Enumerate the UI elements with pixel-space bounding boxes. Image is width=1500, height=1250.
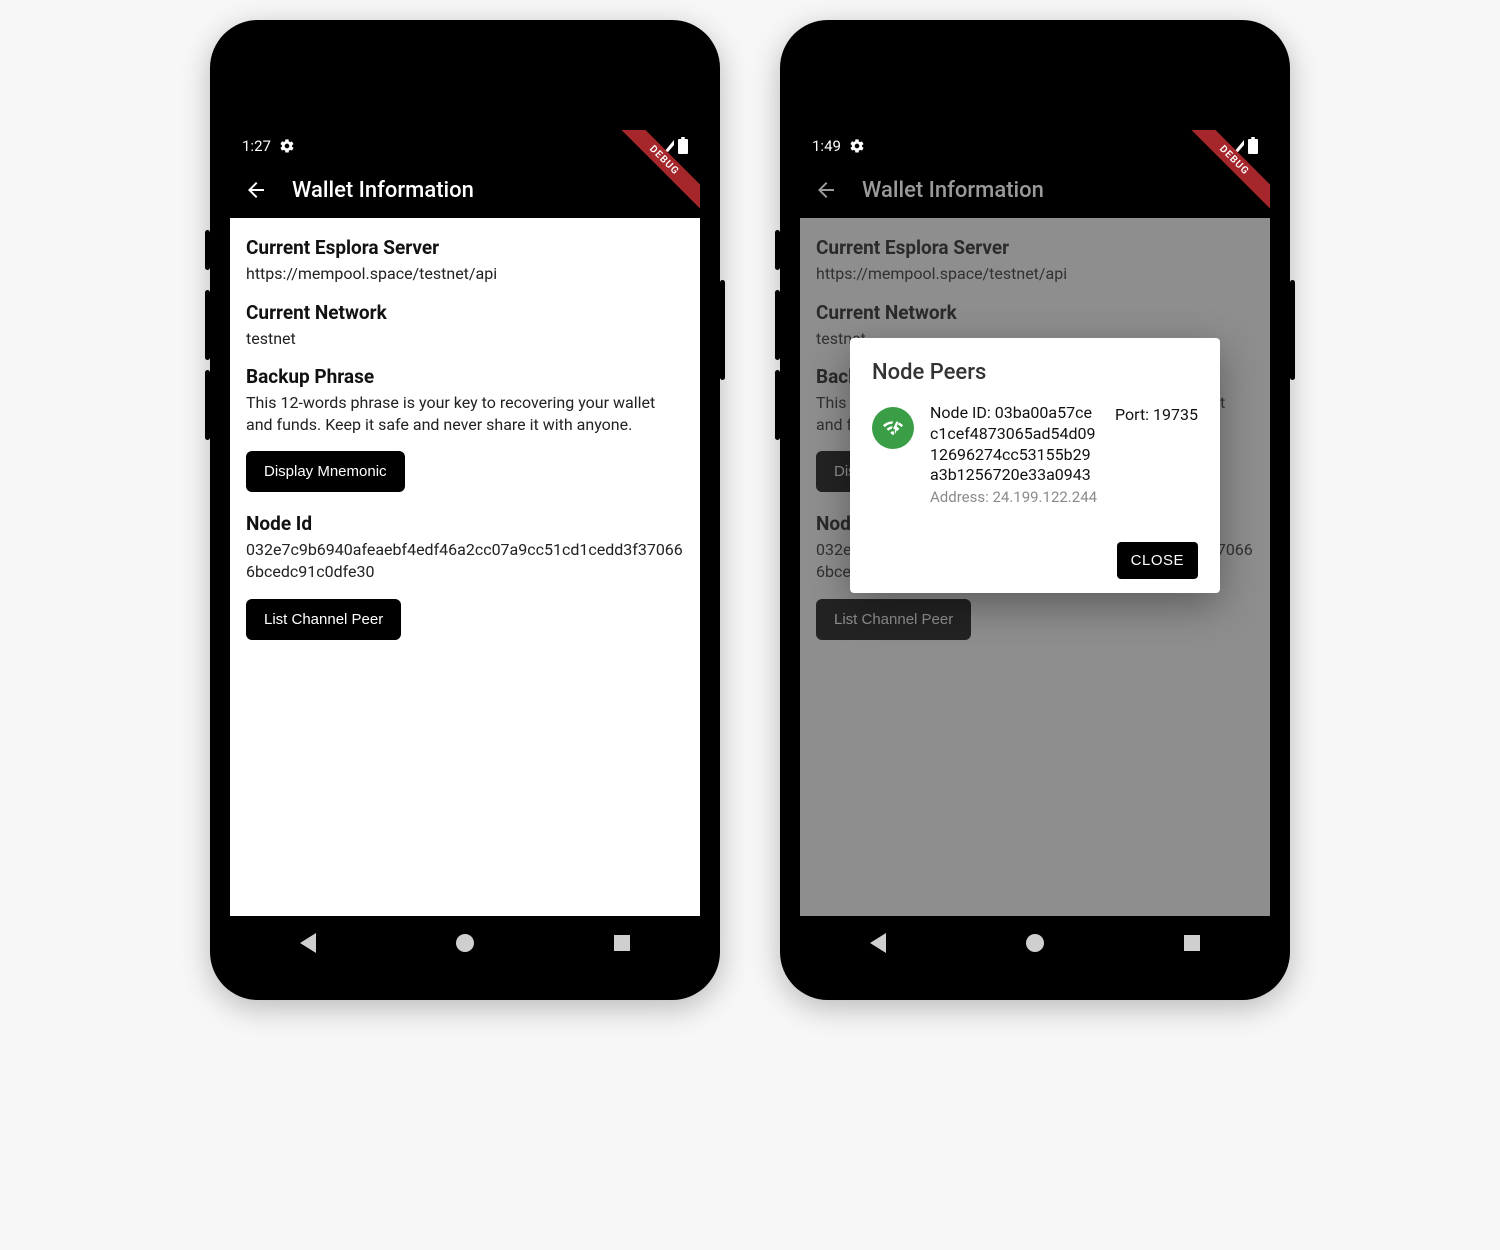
- phone-side-button: [775, 370, 780, 440]
- phone-side-button: [205, 230, 210, 270]
- signal-icon: [1234, 140, 1244, 152]
- system-nav-bar: [800, 916, 1270, 970]
- dialog-title: Node Peers: [872, 360, 1198, 385]
- node-id-value: 032e7c9b6940afeaebf4edf46a2cc07a9cc51cd1…: [246, 539, 684, 582]
- peer-row: Node ID: 03ba00a57cec1cef4873065ad54d091…: [872, 403, 1198, 508]
- nav-back-icon[interactable]: [300, 933, 316, 953]
- phone-side-button: [205, 290, 210, 360]
- node-id-title: Node Id: [246, 512, 684, 535]
- phone-left: 1:27 DEBUG Wallet Information Current Es…: [210, 20, 720, 1000]
- esplora-value: https://mempool.space/testnet/api: [246, 263, 684, 285]
- esplora-title: Current Esplora Server: [246, 236, 684, 259]
- network-check-icon: [872, 407, 914, 449]
- status-bar: 1:49 DEBUG: [800, 130, 1270, 162]
- signal-icon: [664, 140, 674, 152]
- nav-home-icon[interactable]: [456, 934, 474, 952]
- app-bar: Wallet Information: [230, 162, 700, 218]
- peer-address-label: Address:: [930, 488, 992, 506]
- phone-side-button: [775, 290, 780, 360]
- wifi-icon: [642, 137, 660, 155]
- system-nav-bar: [230, 916, 700, 970]
- battery-icon: [678, 139, 688, 154]
- nav-recent-icon[interactable]: [614, 935, 630, 951]
- peer-port-value: 19735: [1153, 405, 1198, 424]
- nav-recent-icon[interactable]: [1184, 935, 1200, 951]
- network-title: Current Network: [246, 301, 684, 324]
- battery-icon: [1248, 139, 1258, 154]
- status-time: 1:49: [812, 137, 841, 155]
- app-bar: Wallet Information: [800, 162, 1270, 218]
- gear-icon: [849, 138, 865, 154]
- peer-port-label: Port:: [1115, 405, 1153, 424]
- peer-node-id-label: Node ID:: [930, 403, 995, 422]
- nav-back-icon[interactable]: [870, 933, 886, 953]
- network-value: testnet: [246, 328, 684, 350]
- list-channel-peer-button[interactable]: List Channel Peer: [246, 599, 401, 640]
- content-area: Current Esplora Server https://mempool.s…: [230, 218, 700, 916]
- dialog-close-button[interactable]: CLOSE: [1117, 542, 1198, 579]
- phone-side-button: [1290, 280, 1295, 380]
- backup-body: This 12-words phrase is your key to reco…: [246, 392, 684, 435]
- back-arrow-icon[interactable]: [244, 178, 268, 202]
- gear-icon: [279, 138, 295, 154]
- display-mnemonic-button[interactable]: Display Mnemonic: [246, 451, 405, 492]
- peer-info: Node ID: 03ba00a57cec1cef4873065ad54d091…: [930, 403, 1099, 508]
- app-bar-title: Wallet Information: [292, 178, 474, 203]
- phone-side-button: [205, 370, 210, 440]
- nav-home-icon[interactable]: [1026, 934, 1044, 952]
- phone-side-button: [775, 230, 780, 270]
- wifi-icon: [1212, 137, 1230, 155]
- back-arrow-icon[interactable]: [814, 178, 838, 202]
- phone-right: 1:49 DEBUG Wallet Information Current Es…: [780, 20, 1290, 1000]
- phone-side-button: [720, 280, 725, 380]
- status-bar: 1:27 DEBUG: [230, 130, 700, 162]
- app-bar-title: Wallet Information: [862, 178, 1044, 203]
- peer-address: 24.199.122.244: [992, 488, 1097, 506]
- peer-port: Port: 19735: [1115, 403, 1198, 424]
- node-peers-dialog: Node Peers Node ID: 03ba00a57cec1cef4873…: [850, 338, 1220, 593]
- dialog-scrim[interactable]: Node Peers Node ID: 03ba00a57cec1cef4873…: [800, 218, 1270, 916]
- content-area: Current Esplora Server https://mempool.s…: [800, 218, 1270, 916]
- backup-title: Backup Phrase: [246, 365, 684, 388]
- status-time: 1:27: [242, 137, 271, 155]
